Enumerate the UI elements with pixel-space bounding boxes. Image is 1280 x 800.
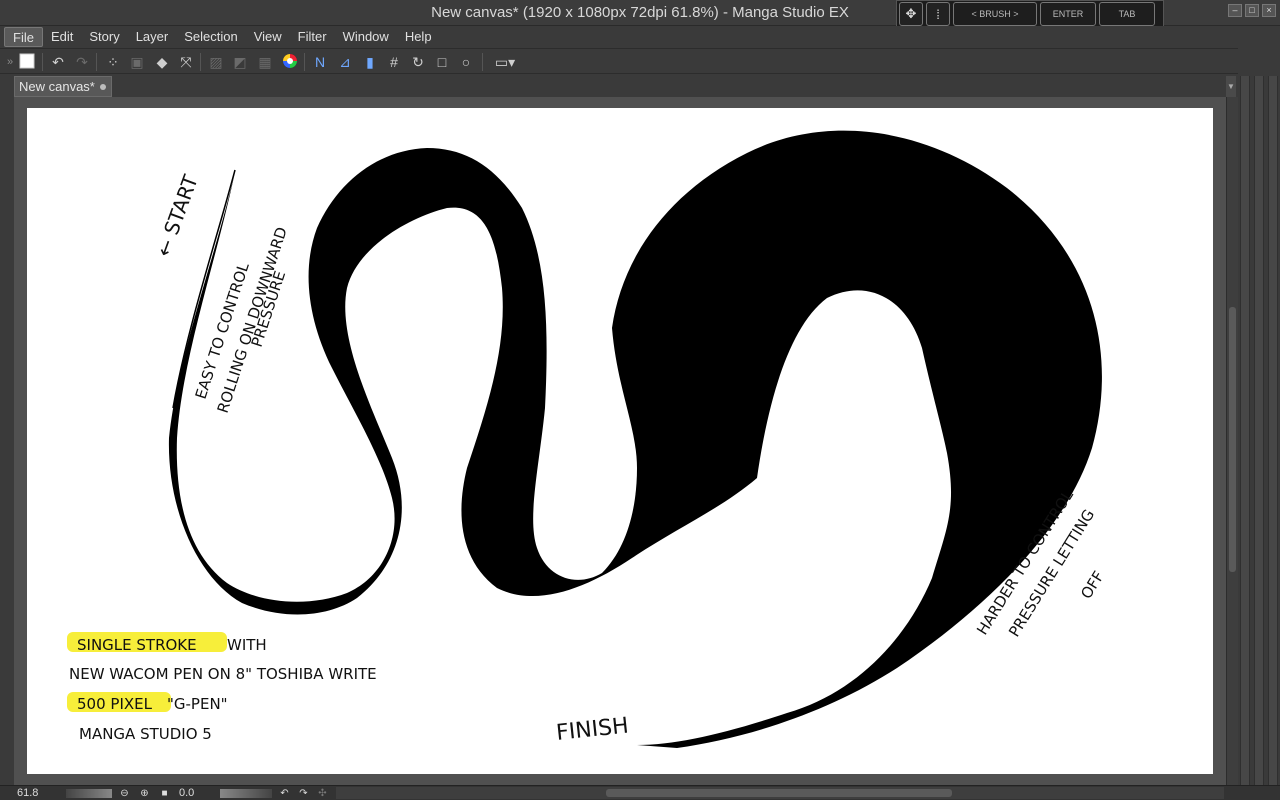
rotation-value[interactable]: 0.0 <box>179 787 219 800</box>
grid-icon[interactable]: # <box>384 52 404 72</box>
zoom-value[interactable]: 61.8 <box>17 787 67 800</box>
menu-filter[interactable]: Filter <box>290 27 335 47</box>
clear-outside-icon[interactable]: ▣ <box>127 52 147 72</box>
close-button[interactable]: × <box>1262 4 1276 17</box>
document-tab-bar: New canvas* ▼ <box>14 76 1236 97</box>
note-line-4: MANGA STUDIO 5 <box>79 725 212 743</box>
label-start: ← START <box>151 171 203 260</box>
label-harder-3: OFF <box>1077 568 1108 602</box>
perspective-icon[interactable]: ⊿ <box>335 52 355 72</box>
rotation-slider[interactable] <box>220 789 272 798</box>
quick-access-panel: ✥ ⁞ < BRUSH > ENTER TAB <box>896 0 1164 28</box>
rotate-left-icon[interactable]: ↶ <box>278 787 291 800</box>
drawing-paper[interactable]: ← START EASY TO CONTROL ROLLING ON DOWNW… <box>27 108 1213 774</box>
note-line-3-highlight: 500 PIXEL <box>77 695 153 713</box>
square-frame-icon[interactable]: □ <box>432 52 452 72</box>
snap-icon[interactable]: ◩ <box>230 52 250 72</box>
menu-view[interactable]: View <box>246 27 290 47</box>
note-line-2: NEW WACOM PEN ON 8" TOSHIBA WRITE <box>69 665 377 683</box>
label-finish: FINISH <box>555 714 630 746</box>
tab-button[interactable]: TAB <box>1099 2 1155 26</box>
maximize-button[interactable]: □ <box>1245 4 1259 17</box>
zoom-in-icon[interactable]: ⊕ <box>138 787 151 800</box>
undo-icon[interactable]: ↶ <box>48 52 68 72</box>
fill-icon[interactable]: ◆ <box>152 52 172 72</box>
panel-strip[interactable] <box>1268 76 1278 800</box>
menu-edit[interactable]: Edit <box>43 27 81 47</box>
menu-selection[interactable]: Selection <box>176 27 245 47</box>
note-line-1-highlight: SINGLE STROKE <box>77 636 197 654</box>
vertical-scrollbar[interactable] <box>1226 97 1238 787</box>
status-bar: 61.8 ⊖ ⊕ ■ 0.0 ↶ ↷ ✣ <box>0 785 1280 800</box>
tab-label: New canvas* <box>19 79 95 94</box>
brush-button[interactable]: < BRUSH > <box>953 2 1037 26</box>
menu-layer[interactable]: Layer <box>128 27 177 47</box>
enter-button[interactable]: ENTER <box>1040 2 1096 26</box>
circle-frame-icon[interactable]: ○ <box>456 52 476 72</box>
menu-bar: File Edit Story Layer Selection View Fil… <box>0 26 1280 48</box>
transform-icon[interactable]: ⤧ <box>176 52 196 72</box>
clear-icon[interactable]: ⁘ <box>103 52 123 72</box>
ruler-icon[interactable]: N <box>310 52 330 72</box>
panel-strip[interactable] <box>1240 76 1250 800</box>
tab-new-canvas[interactable]: New canvas* <box>14 76 112 97</box>
vertical-scroll-thumb[interactable] <box>1229 307 1236 572</box>
command-bar: » ↶ ↷ ⁘ ▣ ◆ ⤧ ▨ ◩ ▦ N ⊿ ▮ # ↻ □ ○ ▭▾ <box>0 48 1280 74</box>
right-panel-dock <box>1238 48 1280 800</box>
pen-icon[interactable]: ▮ <box>360 52 380 72</box>
horizontal-scroll-thumb[interactable] <box>606 789 952 797</box>
new-canvas-icon[interactable] <box>17 52 37 72</box>
fit-view-icon[interactable]: ■ <box>158 787 171 800</box>
menu-file[interactable]: File <box>4 27 43 47</box>
window-controls: – □ × <box>1228 4 1276 17</box>
note-line-1-rest: WITH <box>227 636 267 654</box>
zoom-slider[interactable] <box>66 789 112 798</box>
minimize-button[interactable]: – <box>1228 4 1242 17</box>
move-arrows-icon[interactable]: ✥ <box>899 2 923 26</box>
panel-strip[interactable] <box>1254 76 1264 800</box>
menu-window[interactable]: Window <box>335 27 397 47</box>
artwork: ← START EASY TO CONTROL ROLLING ON DOWNW… <box>67 130 1108 748</box>
menu-story[interactable]: Story <box>81 27 127 47</box>
tab-close-icon[interactable] <box>100 84 106 90</box>
rotate-right-icon[interactable]: ↷ <box>297 787 310 800</box>
redo-icon[interactable]: ↷ <box>72 52 92 72</box>
grid-dots-icon[interactable]: ⁞ <box>926 2 950 26</box>
workspace-dropdown-icon[interactable]: ▭▾ <box>488 52 522 72</box>
hide-selection-icon[interactable]: ▨ <box>206 52 226 72</box>
color-wheel-icon[interactable] <box>280 52 300 72</box>
left-gutter <box>0 74 14 786</box>
rotate-icon[interactable]: ↻ <box>408 52 428 72</box>
zoom-out-icon[interactable]: ⊖ <box>118 787 131 800</box>
selection-area-icon[interactable]: ▦ <box>255 52 275 72</box>
horizontal-scrollbar[interactable] <box>336 787 1224 799</box>
brush-stroke <box>168 130 1102 748</box>
menu-help[interactable]: Help <box>397 27 440 47</box>
tab-scroll-icon[interactable]: ▼ <box>1226 76 1236 97</box>
reset-rotation-icon[interactable]: ✣ <box>316 787 329 800</box>
app-window: New canvas* (1920 x 1080px 72dpi 61.8%) … <box>0 0 1280 800</box>
note-line-3-rest: "G-PEN" <box>167 695 228 713</box>
